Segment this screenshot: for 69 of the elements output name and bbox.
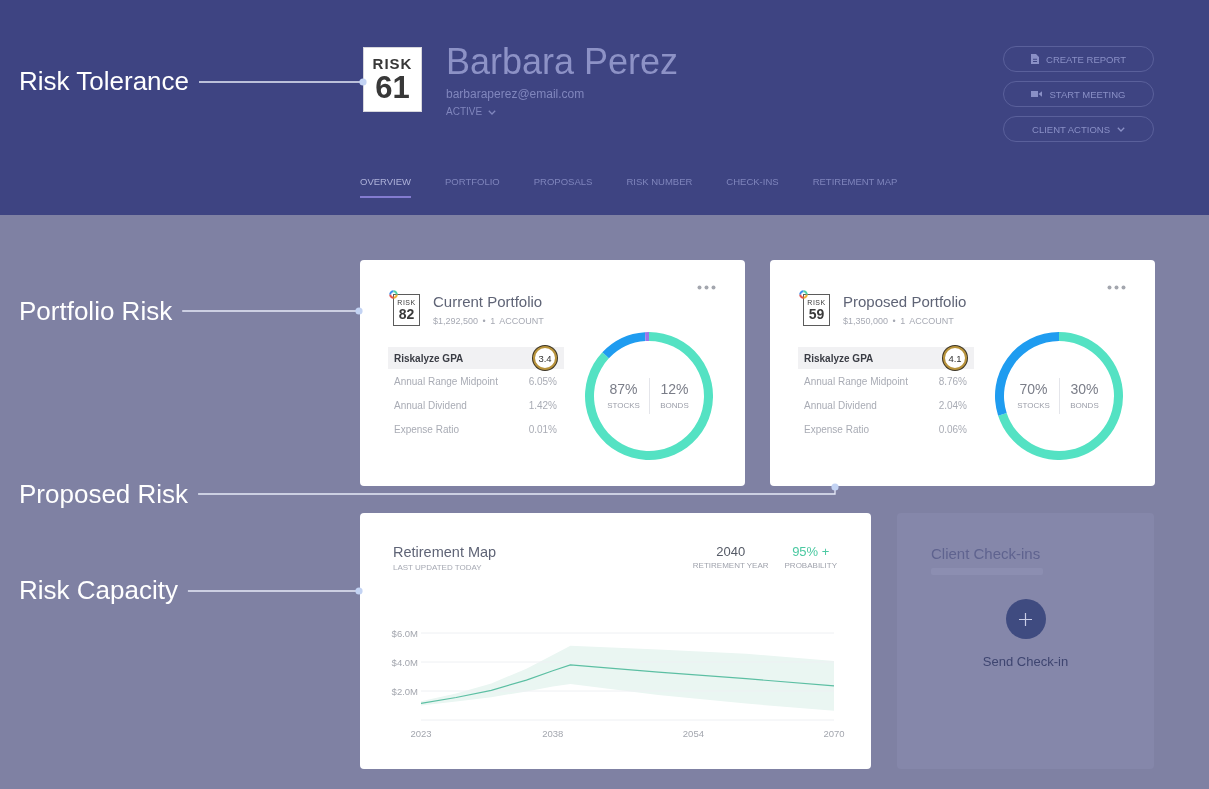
risk-score: 61 <box>375 72 410 104</box>
axis-label: 2038 <box>542 728 564 739</box>
callout-label: Proposed Risk <box>19 478 189 510</box>
tab[interactable]: PORTFOLIO <box>445 176 500 198</box>
metric-label: Annual Dividend <box>394 399 467 411</box>
callout-label: Risk Capacity <box>19 574 178 606</box>
metric-value: 1.42% <box>528 399 557 411</box>
axis-label: 2023 <box>410 728 432 739</box>
metric-value: 6.05% <box>528 375 557 387</box>
allocation-label: STOCKS <box>607 400 640 411</box>
gpa-label: Riskalyze GPA <box>394 352 464 364</box>
tab[interactable]: RISK NUMBER <box>626 176 693 198</box>
metric-label: Annual Range Midpoint <box>394 375 498 387</box>
axis-label: 2054 <box>682 728 704 739</box>
metric-label: Expense Ratio <box>394 423 460 435</box>
risk-badge-label: RISK <box>372 55 413 72</box>
stat-value: 95% + <box>792 543 830 560</box>
axis-label: 2070 <box>823 728 845 739</box>
add-button[interactable] <box>1005 599 1046 639</box>
allocation-percent: 12% <box>660 381 689 398</box>
card-title: Retirement Map <box>393 543 497 561</box>
axis-label: $6.0M <box>391 627 418 639</box>
caret-icon <box>1116 126 1125 132</box>
status-dropdown[interactable]: ACTIVE <box>446 105 497 119</box>
allocation-percent: 70% <box>1019 381 1048 398</box>
allocation-label: BONDS <box>1070 400 1099 411</box>
axis-label: $4.0M <box>391 656 418 668</box>
metric-label: Annual Range Midpoint <box>804 375 908 387</box>
stat-label: RETIREMENT YEAR <box>692 560 769 571</box>
more-icon[interactable] <box>1107 285 1126 290</box>
plus-icon <box>1019 612 1032 626</box>
allocation-label: STOCKS <box>1017 400 1050 411</box>
metric-value: 8.76% <box>938 375 967 387</box>
callout-label: Risk Tolerance <box>19 65 190 97</box>
tab[interactable]: CHECK-INS <box>726 176 779 198</box>
callout-label: Portfolio Risk <box>19 295 173 327</box>
ring-icon <box>389 290 398 299</box>
gpa-score-badge: 3.4 <box>533 346 557 370</box>
tab[interactable]: PROPOSALS <box>533 176 593 198</box>
caret-icon <box>488 109 497 115</box>
more-icon[interactable] <box>697 285 716 290</box>
allocation-label: BONDS <box>660 400 689 411</box>
metric-value: 0.01% <box>528 423 557 435</box>
portfolio-summary: $1,292,500 • 1 ACCOUNT <box>433 315 544 327</box>
ring-icon <box>799 290 808 299</box>
risk-score: 82 <box>398 307 415 322</box>
document-icon <box>1031 54 1040 64</box>
allocation-percent: 87% <box>609 381 638 398</box>
tab[interactable]: RETIREMENT MAP <box>812 176 898 198</box>
metric-value: 2.04% <box>938 399 967 411</box>
metric-label: Annual Dividend <box>804 399 877 411</box>
risk-score: 59 <box>808 307 825 322</box>
client-name: Barbara Perez <box>446 42 679 82</box>
axis-label: $2.0M <box>391 685 418 697</box>
last-updated-label: LAST UPDATED TODAY <box>393 562 483 573</box>
tab[interactable]: OVERVIEW <box>360 176 412 198</box>
stat-label: PROBABILITY <box>784 560 837 571</box>
stat-value: 2040 <box>716 543 746 560</box>
allocation-percent: 30% <box>1070 381 1099 398</box>
card-title: Current Portfolio <box>433 293 544 311</box>
metric-value: 0.06% <box>938 423 967 435</box>
video-camera-icon <box>1031 90 1043 98</box>
card-title: Proposed Portfolio <box>843 293 967 311</box>
metric-label: Expense Ratio <box>804 423 870 435</box>
gpa-score-badge: 4.1 <box>943 346 967 370</box>
send-check-in-link[interactable]: Send Check-in <box>982 654 1069 670</box>
client-email: barbaraperez@email.com <box>446 86 585 102</box>
gpa-label: Riskalyze GPA <box>804 352 874 364</box>
portfolio-summary: $1,350,000 • 1 ACCOUNT <box>843 315 955 327</box>
